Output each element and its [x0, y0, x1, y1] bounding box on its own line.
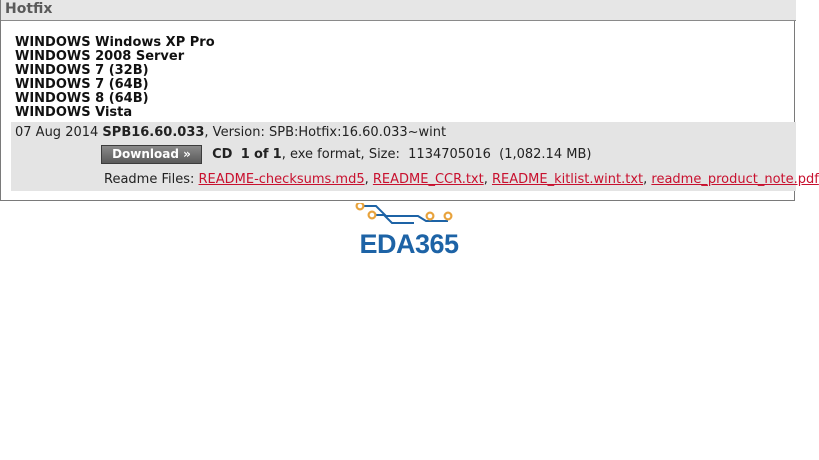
of-label: of [253, 147, 269, 162]
readme-link-ccr[interactable]: README_CCR.txt [373, 172, 484, 187]
readme-link-product-note[interactable]: readme_product_note.pdf [651, 172, 818, 187]
readme-link-kitlist[interactable]: README_kitlist.wint.txt [492, 172, 643, 187]
cd-total: 1 [272, 147, 282, 162]
panel-header: Hotfix [1, 0, 796, 21]
size-readable: (1,082.14 MB) [499, 147, 592, 162]
os-item-win7-32: WINDOWS 7 (32B) [15, 63, 149, 78]
cd-index: 1 [240, 147, 250, 162]
os-item-win7-64: WINDOWS 7 (64B) [15, 77, 149, 92]
os-item-xp: WINDOWS Windows XP Pro [15, 35, 215, 50]
download-row: Download » CD 1 of 1, exe format, Size: … [101, 145, 591, 164]
os-item-vista: WINDOWS Vista [15, 105, 133, 120]
download-info: CD 1 of 1, exe format, Size: 1134705016 … [212, 145, 591, 164]
readme-label: Readme Files: [104, 172, 195, 187]
format-label: , exe format, Size: [281, 147, 400, 162]
size-bytes: 1134705016 [408, 147, 491, 162]
release-date: 07 Aug 2014 [15, 125, 99, 140]
release-summary: 07 Aug 2014 SPB16.60.033, Version: SPB:H… [15, 125, 446, 140]
logo-text: EDA365 [359, 229, 459, 259]
readme-row: Readme Files: README-checksums.md5, READ… [104, 172, 819, 187]
release-version: , Version: SPB:Hotfix:16.60.033~wint [204, 125, 447, 140]
os-item-2008-server: WINDOWS 2008 Server [15, 49, 185, 64]
os-list: WINDOWS Windows XP Pro WINDOWS 2008 Serv… [15, 36, 215, 120]
os-item-win8-64: WINDOWS 8 (64B) [15, 91, 149, 106]
release-row: 07 Aug 2014 SPB16.60.033, Version: SPB:H… [11, 122, 819, 191]
release-name: SPB16.60.033 [102, 125, 205, 140]
eda365-logo: EDA365 [352, 201, 466, 261]
readme-link-checksums[interactable]: README-checksums.md5 [199, 172, 365, 187]
hotfix-panel: Hotfix WINDOWS Windows XP Pro WINDOWS 20… [0, 0, 819, 201]
panel-title: Hotfix [5, 1, 53, 17]
download-button[interactable]: Download » [101, 145, 202, 164]
circuit-logo-icon [355, 201, 453, 224]
cd-label: CD [212, 147, 233, 162]
